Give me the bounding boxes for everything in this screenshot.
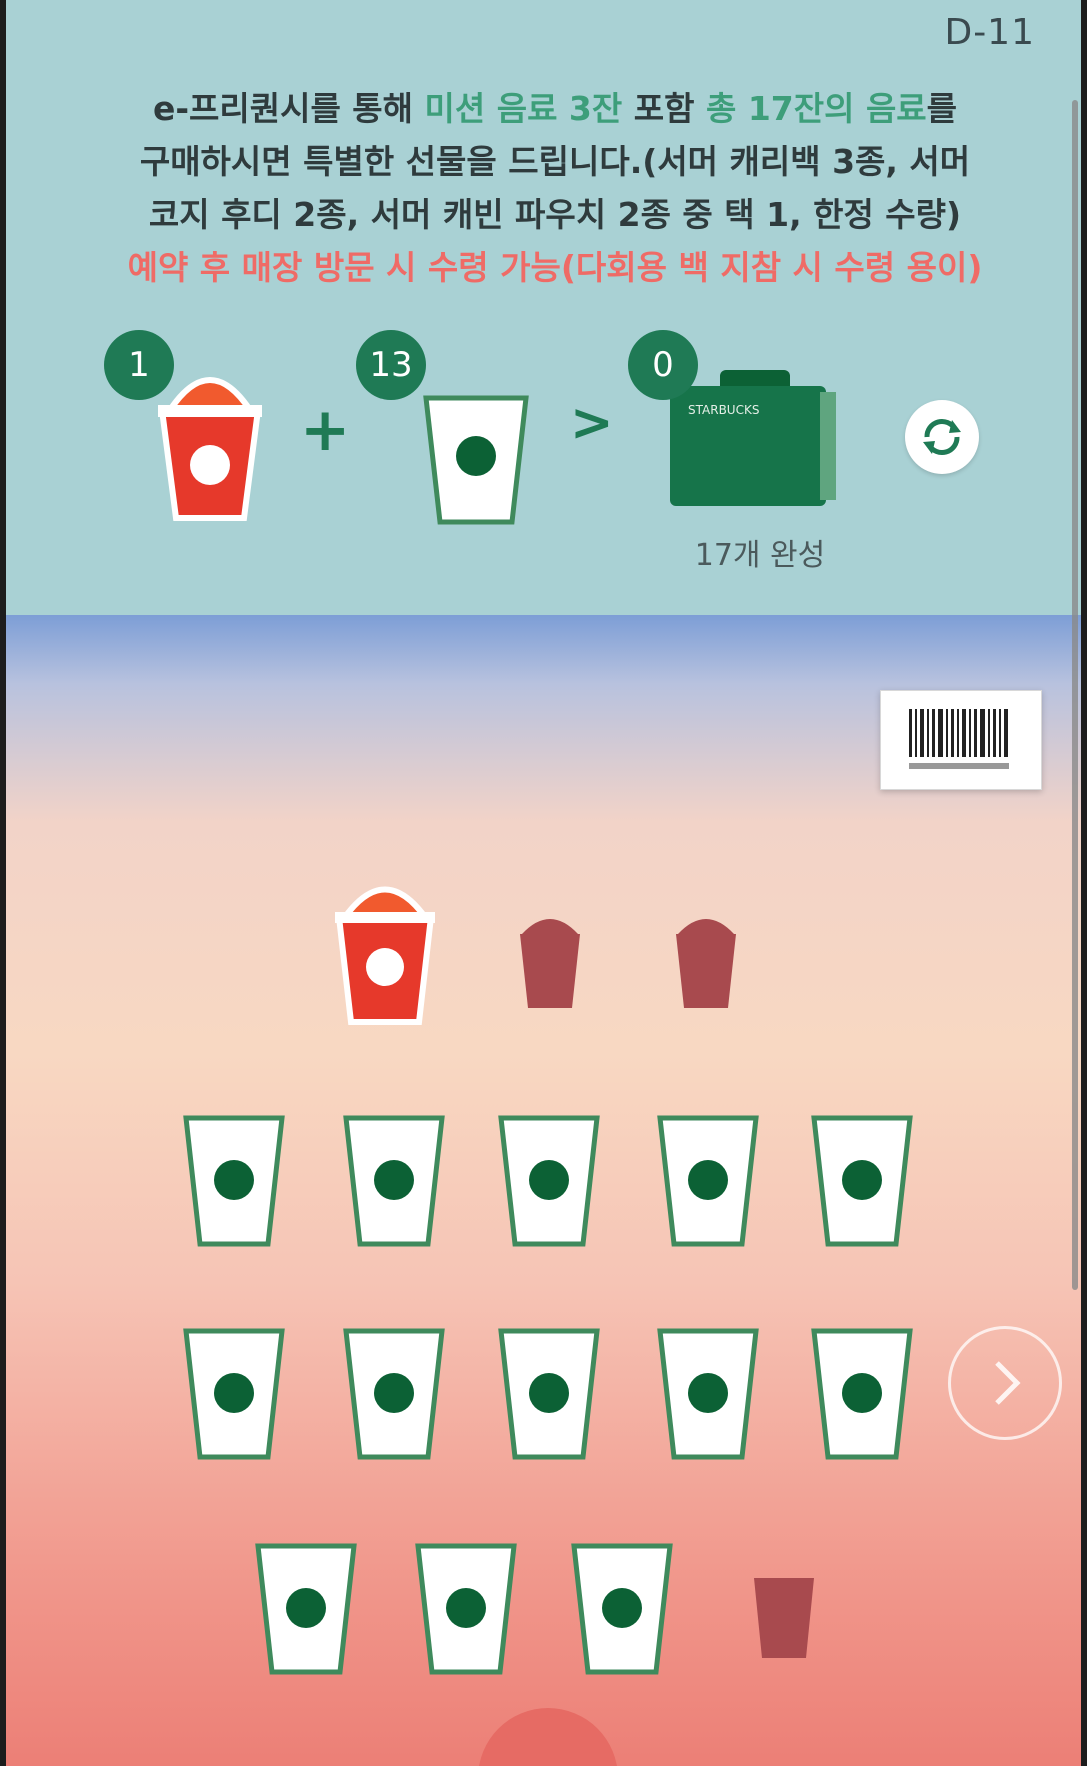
mission-highlight: 미션 음료 3잔 [424,89,623,128]
regular-stamp-filled [183,1328,285,1460]
description-line-1: e-프리퀀시를 통해 미션 음료 3잔 포함 총 17잔의 음료를 [70,82,1040,135]
e-frequency-screen: D-11 e-프리퀀시를 통해 미션 음료 3잔 포함 총 17잔의 음료를 구… [0,0,1087,1766]
d-day-counter: D-11 [944,12,1035,53]
description-text: 포함 [622,89,706,128]
regular-stamp-filled [183,1115,285,1247]
description-line-3: 코지 후디 2종, 서머 캐빈 파우치 2종 중 택 1, 한정 수량) [148,195,962,234]
regular-stamp-empty [754,1578,814,1658]
event-description: e-프리퀀시를 통해 미션 음료 3잔 포함 총 17잔의 음료를 구매하시면 … [70,82,1040,294]
regular-stamp-filled [571,1543,673,1675]
refresh-button[interactable] [905,400,979,474]
regular-stamp-filled [657,1115,759,1247]
refresh-icon [923,418,961,456]
scrollbar[interactable] [1072,100,1078,1290]
regular-stamp-filled [657,1328,759,1460]
regular-cup-icon [423,395,529,525]
next-page-button[interactable] [948,1326,1062,1440]
mission-stamp-empty [676,919,736,1008]
mission-stamp-filled [335,886,435,1025]
regular-stamp-filled [811,1328,913,1460]
regular-stamp-filled [343,1328,445,1460]
regular-stamp-filled [811,1115,913,1247]
right-border [1081,0,1087,1766]
complete-label: 17개 완성 [694,538,826,573]
description-line-2: 구매하시면 특별한 선물을 드립니다.(서머 캐리백 3종, 서머 [139,142,971,181]
regular-stamp-filled [498,1115,600,1247]
barcode-button[interactable] [880,690,1042,790]
barcode-icon [909,709,1009,769]
regular-stamp-filled [343,1115,445,1247]
mission-stamp-empty [520,919,580,1008]
total-highlight: 총 17잔의 음료 [705,89,927,128]
mission-count-badge: 1 [104,330,174,400]
regular-stamp-filled [498,1328,600,1460]
description-text: e-프리퀀시를 통해 [152,89,425,128]
gift-brand-text: STARBUCKS [688,403,759,417]
regular-stamp-filled [255,1543,357,1675]
chevron-right-icon [995,1361,1021,1405]
carry-bag-icon: STARBUCKS [670,370,836,506]
arrow-icon: > [570,393,614,453]
regular-stamp-filled [415,1543,517,1675]
pickup-notice: 예약 후 매장 방문 시 수령 가능(다회용 백 지참 시 수령 용이) [127,248,983,287]
regular-count-badge: 13 [356,330,426,400]
description-text: 를 [926,89,958,128]
plus-sign: + [300,395,351,465]
gift-count-badge: 0 [628,330,698,400]
